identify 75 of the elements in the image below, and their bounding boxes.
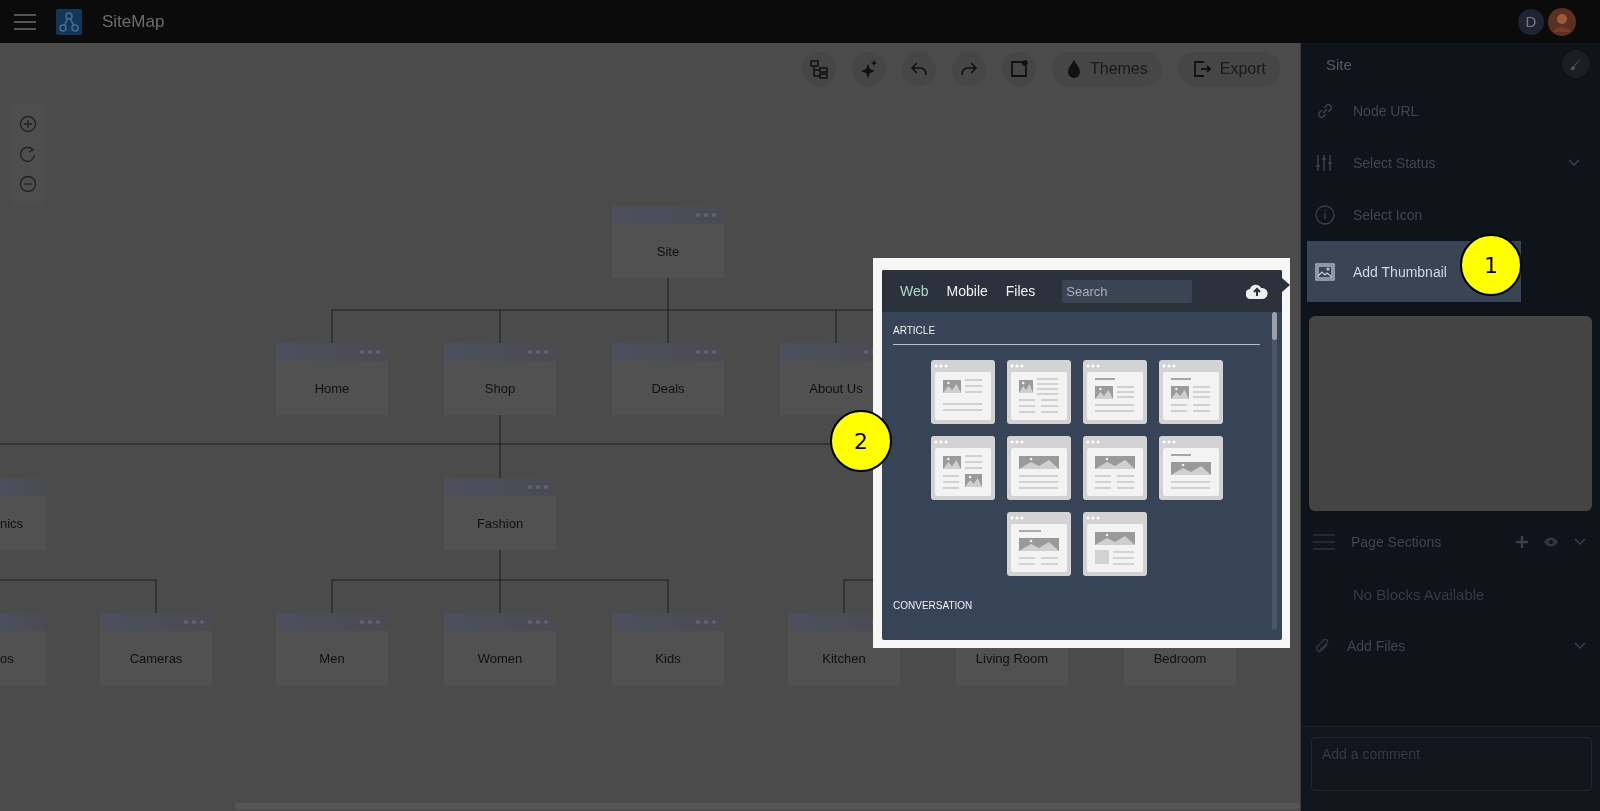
- template-thumbnail[interactable]: [1006, 436, 1071, 500]
- template-thumbnail[interactable]: [1082, 360, 1147, 424]
- menu-icon[interactable]: [14, 13, 36, 30]
- user-avatar[interactable]: D: [1518, 8, 1544, 35]
- node-label: Living Room: [974, 649, 1050, 668]
- zoom-in-icon[interactable]: [19, 115, 37, 133]
- section-heading: ARTICLE: [893, 325, 937, 336]
- sitemap-node[interactable]: Men: [276, 613, 388, 685]
- horizontal-scrollbar[interactable]: [235, 803, 1300, 809]
- template-thumbnail[interactable]: [1082, 512, 1147, 576]
- template-thumbnail[interactable]: [1158, 436, 1223, 500]
- sparkle-button[interactable]: [851, 52, 886, 86]
- app-title: SiteMap: [102, 11, 165, 32]
- sitemap-node[interactable]: Women: [444, 613, 556, 685]
- tab[interactable]: Files: [996, 276, 1045, 306]
- sitemap-node[interactable]: Kids: [612, 613, 724, 685]
- template-thumbnail[interactable]: [930, 360, 995, 424]
- sitemap-node[interactable]: Shop: [444, 343, 556, 415]
- plus-icon[interactable]: [1516, 536, 1528, 548]
- sitemap-node[interactable]: Deals: [612, 343, 724, 415]
- tree-button[interactable]: [801, 52, 836, 86]
- zoom-out-icon[interactable]: [19, 175, 37, 193]
- tab[interactable]: Web: [891, 276, 938, 306]
- template-thumbnail[interactable]: [1158, 360, 1223, 424]
- template-thumbnail[interactable]: [1082, 436, 1147, 500]
- node-label: About Us: [808, 379, 864, 398]
- node-label: Cameras: [128, 649, 184, 668]
- node-label: os: [0, 649, 15, 668]
- export-icon: [1191, 59, 1212, 79]
- upload-icon[interactable]: [1246, 283, 1268, 299]
- node-label: Fashion: [475, 514, 525, 533]
- node-label: Site: [655, 242, 681, 261]
- template-thumbnail[interactable]: [1006, 512, 1071, 576]
- node-label: Deals: [650, 379, 686, 398]
- sitemap-node[interactable]: os: [0, 613, 46, 685]
- logo-icon: [56, 8, 82, 35]
- style-button[interactable]: [1562, 50, 1590, 78]
- tab[interactable]: Mobile: [937, 276, 997, 306]
- template-thumbnail[interactable]: [930, 436, 995, 500]
- node-label: Men: [318, 649, 346, 668]
- row-label: Add Thumbnail: [1353, 263, 1447, 280]
- redo-button[interactable]: [951, 52, 986, 86]
- sitemap-node[interactable]: Site: [612, 206, 724, 278]
- sitemap-icon: [808, 59, 829, 79]
- chevron-down-icon[interactable]: [1568, 159, 1580, 167]
- node-label: nics: [0, 514, 25, 533]
- node-label: Women: [476, 649, 524, 668]
- sitemap-node[interactable]: Home: [276, 343, 388, 415]
- sliders-icon: [1315, 153, 1335, 173]
- link-icon: [1315, 101, 1335, 121]
- frame-button[interactable]: [1001, 52, 1036, 86]
- node-label: Home: [313, 379, 351, 398]
- eye-icon[interactable]: [1544, 537, 1558, 547]
- info-icon: [1315, 205, 1335, 225]
- sitemap-node[interactable]: Cameras: [100, 613, 212, 685]
- chevron-down-icon[interactable]: [1574, 538, 1586, 546]
- node-label: Kids: [654, 649, 682, 668]
- reset-icon[interactable]: [19, 145, 37, 163]
- chevron-down-icon[interactable]: [1574, 642, 1586, 650]
- sitemap-node[interactable]: Fashion: [444, 478, 556, 550]
- list-icon: [1313, 534, 1335, 550]
- node-label: Bedroom: [1152, 649, 1208, 668]
- undo-button[interactable]: [901, 52, 936, 86]
- template-thumbnail[interactable]: [1006, 360, 1071, 424]
- section-heading: CONVERSATION: [893, 600, 974, 611]
- frame-icon: [1008, 59, 1029, 79]
- sitemap-node[interactable]: nics: [0, 478, 46, 550]
- vertical-scrollbar[interactable]: [1272, 312, 1277, 630]
- panel-title: Site: [1326, 55, 1353, 73]
- image-icon: [1315, 262, 1335, 281]
- search-field[interactable]: Search: [1062, 279, 1193, 303]
- brush-icon: [1569, 57, 1583, 71]
- drop-icon: [1065, 59, 1082, 79]
- node-label: Shop: [483, 379, 517, 398]
- node-label: Kitchen: [821, 649, 867, 668]
